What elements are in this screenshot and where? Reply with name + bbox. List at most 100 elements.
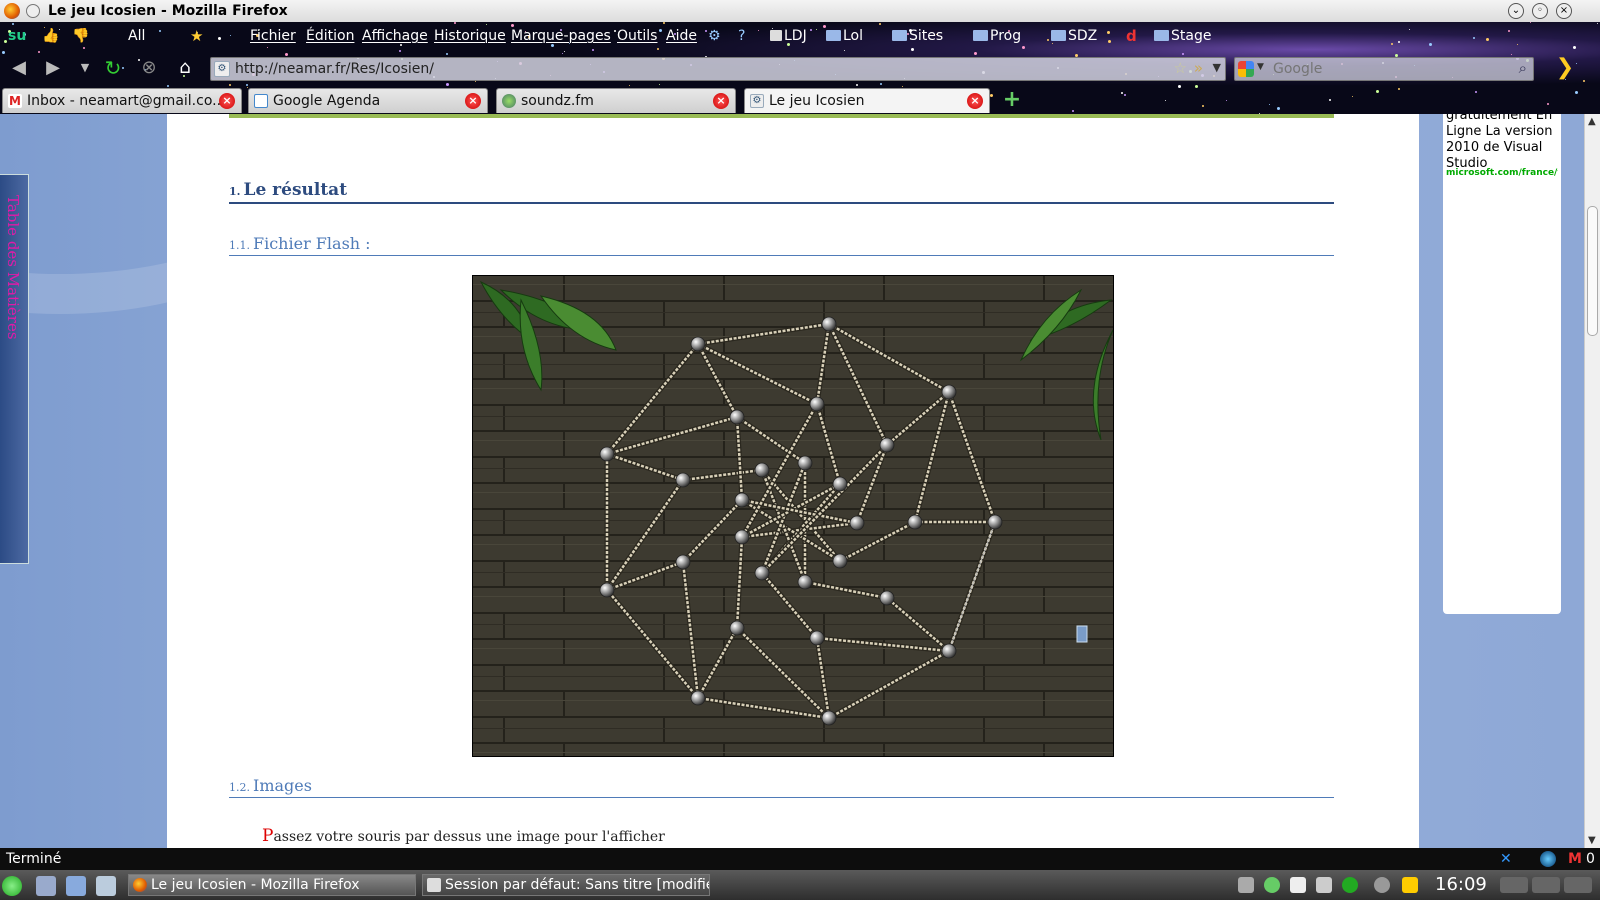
peg-node[interactable] <box>729 620 745 636</box>
gmail-notifier-icon[interactable]: M <box>1568 851 1584 867</box>
update-icon[interactable] <box>1342 877 1358 893</box>
bookmark-prog[interactable]: Prog <box>973 22 1021 50</box>
peg-node[interactable] <box>675 472 691 488</box>
menu-edition[interactable]: Édition <box>306 22 354 50</box>
menu-affichage[interactable]: Affichage <box>362 22 428 50</box>
flash-game[interactable] <box>472 275 1114 757</box>
back-button[interactable]: ◀ <box>8 58 30 78</box>
chevron-right-icon[interactable]: ❯ <box>1554 57 1576 79</box>
url-dropdown-icon[interactable]: ▼ <box>1213 61 1221 74</box>
network-icon[interactable] <box>1264 877 1280 893</box>
peg-node[interactable] <box>690 336 706 352</box>
peg-node[interactable] <box>729 409 745 425</box>
window-titlebar[interactable]: Le jeu Icosien - Mozilla Firefox ⌄ ◦ × <box>0 0 1600 22</box>
close-icon[interactable]: × <box>1556 3 1572 19</box>
peg-node[interactable] <box>907 514 923 530</box>
scrollbar-thumb[interactable] <box>1587 206 1598 336</box>
peg-node[interactable] <box>879 590 895 606</box>
minimize-icon[interactable]: ⌄ <box>1508 3 1524 19</box>
peg-node[interactable] <box>809 630 825 646</box>
task-session[interactable]: Session par défaut: Sans titre [modifié] <box>422 874 710 896</box>
all-dropdown[interactable]: All <box>128 22 145 50</box>
peg-node[interactable] <box>849 515 865 531</box>
thumbs-up-icon[interactable]: 👍 <box>42 28 59 44</box>
peg-node[interactable] <box>941 384 957 400</box>
stumbleupon-icon[interactable]: su <box>8 28 26 44</box>
bookmark-lol[interactable]: Lol <box>826 22 863 50</box>
engine-dropdown-icon[interactable]: ▼ <box>1257 62 1264 72</box>
thumbs-down-icon[interactable]: 👎 <box>72 28 89 44</box>
battery-icon[interactable] <box>1402 877 1418 893</box>
peg-node[interactable] <box>754 462 770 478</box>
peg-node[interactable] <box>879 437 895 453</box>
menu-outils[interactable]: Outils <box>617 22 657 50</box>
peg-node[interactable] <box>675 554 691 570</box>
peg-node[interactable] <box>797 574 813 590</box>
peg-node[interactable] <box>821 316 837 332</box>
reload-button[interactable]: ↻ <box>102 58 124 78</box>
start-menu-icon[interactable] <box>2 876 22 896</box>
bookmark-stage[interactable]: Stage <box>1154 22 1211 50</box>
star-icon[interactable]: ★ <box>190 28 206 44</box>
printer-icon[interactable] <box>96 876 116 896</box>
show-desktop-icon[interactable] <box>36 876 56 896</box>
status-globe-icon[interactable] <box>1540 851 1556 867</box>
bookmark-sites[interactable]: Sites <box>892 22 943 50</box>
forward-button[interactable]: ▶ <box>42 58 64 78</box>
history-dropdown-button[interactable]: ▼ <box>74 58 96 78</box>
bookmark-ldj[interactable]: LDJ <box>770 22 807 50</box>
printer-tray-icon[interactable] <box>1316 877 1332 893</box>
tab-google-agenda[interactable]: Google Agenda × <box>248 88 488 113</box>
ad-link[interactable]: microsoft.com/france/vi <box>1446 168 1558 178</box>
tab-le-jeu-icosien[interactable]: ⚙ Le jeu Icosien × <box>744 88 990 113</box>
vertical-scrollbar[interactable]: ▲ ▼ <box>1584 114 1600 848</box>
peg-node[interactable] <box>809 396 825 412</box>
gear-icon[interactable]: ⚙ <box>708 28 724 44</box>
search-icon[interactable]: ⌕ <box>1519 59 1527 77</box>
file-manager-icon[interactable] <box>66 876 86 896</box>
peg-node[interactable] <box>690 690 706 706</box>
site-identity-icon[interactable]: ⚙ <box>214 61 230 77</box>
peg-node[interactable] <box>832 476 848 492</box>
scroll-up-icon[interactable]: ▲ <box>1588 116 1596 127</box>
menu-marque-pages[interactable]: Marque-pages <box>511 22 611 50</box>
help-icon[interactable]: ? <box>738 28 754 44</box>
peg-node[interactable] <box>941 643 957 659</box>
url-input[interactable] <box>235 60 1135 78</box>
peg-node[interactable] <box>797 455 813 471</box>
close-tab-icon[interactable]: × <box>219 93 235 109</box>
peg-node[interactable] <box>599 446 615 462</box>
tab-inbox[interactable]: M Inbox - neamart@gmail.co... × <box>2 88 242 113</box>
close-tab-icon[interactable]: × <box>465 93 481 109</box>
tab-soundz[interactable]: soundz.fm × <box>496 88 736 113</box>
rss-icon[interactable]: » <box>1194 59 1203 77</box>
home-button[interactable]: ⌂ <box>174 58 196 78</box>
delicious-icon[interactable]: d <box>1126 28 1142 44</box>
workspace-3[interactable] <box>1564 877 1592 893</box>
peg-node[interactable] <box>734 529 750 545</box>
clipboard-icon[interactable] <box>1290 877 1306 893</box>
workspace-1[interactable] <box>1500 877 1528 893</box>
table-of-contents-tab[interactable]: Table des Matières <box>0 174 29 564</box>
window-menu-icon[interactable] <box>26 4 40 18</box>
advertisement[interactable]: gratuitement En Ligne La version 2010 de… <box>1443 114 1561 614</box>
peg-node[interactable] <box>734 492 750 508</box>
google-icon[interactable] <box>1238 61 1254 77</box>
workspace-2[interactable] <box>1532 877 1560 893</box>
icosian-game-board[interactable] <box>473 276 1114 757</box>
search-box[interactable]: ▼ ⌕ <box>1234 57 1534 81</box>
volume-icon[interactable] <box>1238 877 1254 893</box>
scroll-down-icon[interactable]: ▼ <box>1588 835 1596 846</box>
task-firefox[interactable]: Le jeu Icosien - Mozilla Firefox <box>128 874 416 896</box>
info-icon[interactable] <box>1374 877 1390 893</box>
close-tab-icon[interactable]: × <box>967 93 983 109</box>
peg-node[interactable] <box>832 553 848 569</box>
addon-icon[interactable]: ✕ <box>1500 851 1516 867</box>
peg-node[interactable] <box>987 514 1003 530</box>
address-bar[interactable]: ⚙ ☆ » ▼ <box>210 57 1226 81</box>
stop-button[interactable]: ⊗ <box>138 58 160 78</box>
peg-node[interactable] <box>599 582 615 598</box>
menu-fichier[interactable]: Fichier <box>250 22 296 50</box>
peg-node[interactable] <box>821 710 837 726</box>
bookmark-sdz[interactable]: SDZ <box>1051 22 1097 50</box>
